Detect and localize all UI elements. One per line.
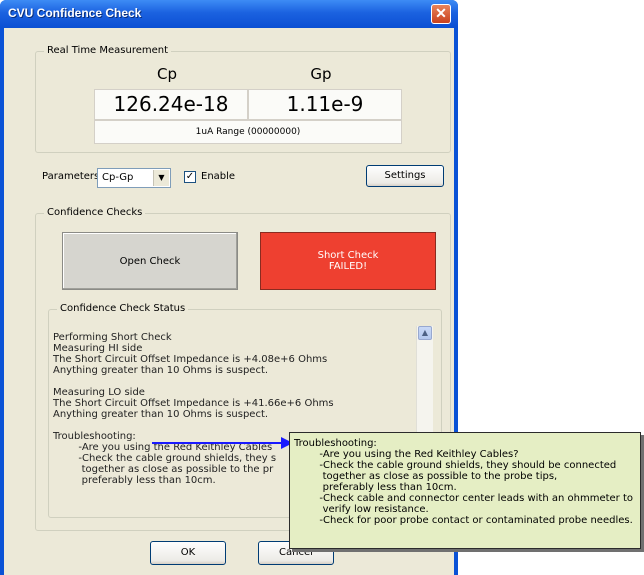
close-button[interactable]: ✕ (431, 4, 451, 24)
callout-line: verify low resistance. (294, 504, 429, 515)
status-line: Anything greater than 10 Ohms is suspect… (53, 365, 269, 376)
callout-line: -Check cable and connector center leads … (294, 493, 634, 504)
parameters-label: Parameters: (42, 171, 103, 182)
enable-checkbox[interactable]: ✓ (184, 171, 196, 183)
status-line (53, 420, 413, 431)
confidence-checks-label: Confidence Checks (44, 207, 146, 218)
close-icon: ✕ (435, 5, 447, 21)
open-check-button[interactable]: Open Check (62, 232, 238, 290)
callout-line: -Are you using the Red Keithley Cables? (294, 449, 519, 460)
short-check-button[interactable]: Short Check FAILED! (260, 232, 436, 290)
enable-label[interactable]: Enable (201, 171, 235, 182)
status-line (53, 376, 413, 387)
parameters-select[interactable]: Cp-Gp ▼ (97, 168, 171, 188)
window-title: CVU Confidence Check (8, 6, 142, 20)
status-line: The Short Circuit Offset Impedance is +4… (53, 354, 328, 365)
parameters-selected: Cp-Gp (102, 172, 134, 183)
realtime-group: Real Time Measurement Cp Gp 126.24e-18 1… (35, 45, 451, 153)
callout-line: Troubleshooting: (294, 438, 377, 449)
status-line: Measuring HI side (53, 343, 143, 354)
callout-line: -Check for poor probe contact or contami… (294, 515, 633, 526)
short-check-label: Short Check (317, 250, 379, 261)
status-group-label: Confidence Check Status (57, 303, 189, 314)
range-readout: 1uA Range (00000000) (94, 120, 402, 144)
status-line: The Short Circuit Offset Impedance is +4… (53, 398, 334, 409)
troubleshooting-callout: Troubleshooting: -Are you using the Red … (289, 432, 641, 549)
ok-button[interactable]: OK (150, 541, 226, 565)
short-check-status: FAILED! (328, 261, 368, 272)
status-line: Measuring LO side (53, 387, 145, 398)
chevron-down-icon[interactable]: ▼ (153, 170, 169, 186)
status-line: Anything greater than 10 Ohms is suspect… (53, 409, 269, 420)
realtime-group-label: Real Time Measurement (44, 45, 172, 56)
gp-value: 1.11e-9 (248, 89, 402, 120)
settings-button[interactable]: Settings (366, 165, 444, 187)
annotation-arrow (152, 437, 293, 449)
callout-line: -Check the cable ground shields, they sh… (294, 460, 617, 471)
callout-line: together as close as possible to the pro… (294, 471, 558, 482)
status-line: Performing Short Check (53, 332, 172, 343)
scroll-up-button[interactable]: ▲ (418, 326, 432, 340)
open-check-label: Open Check (119, 255, 181, 267)
title-bar[interactable]: CVU Confidence Check ✕ (0, 0, 458, 28)
gp-header: Gp (310, 65, 332, 83)
cp-header: Cp (157, 65, 177, 83)
cp-value: 126.24e-18 (94, 89, 248, 120)
callout-line: preferably less than 10cm. (294, 482, 457, 493)
